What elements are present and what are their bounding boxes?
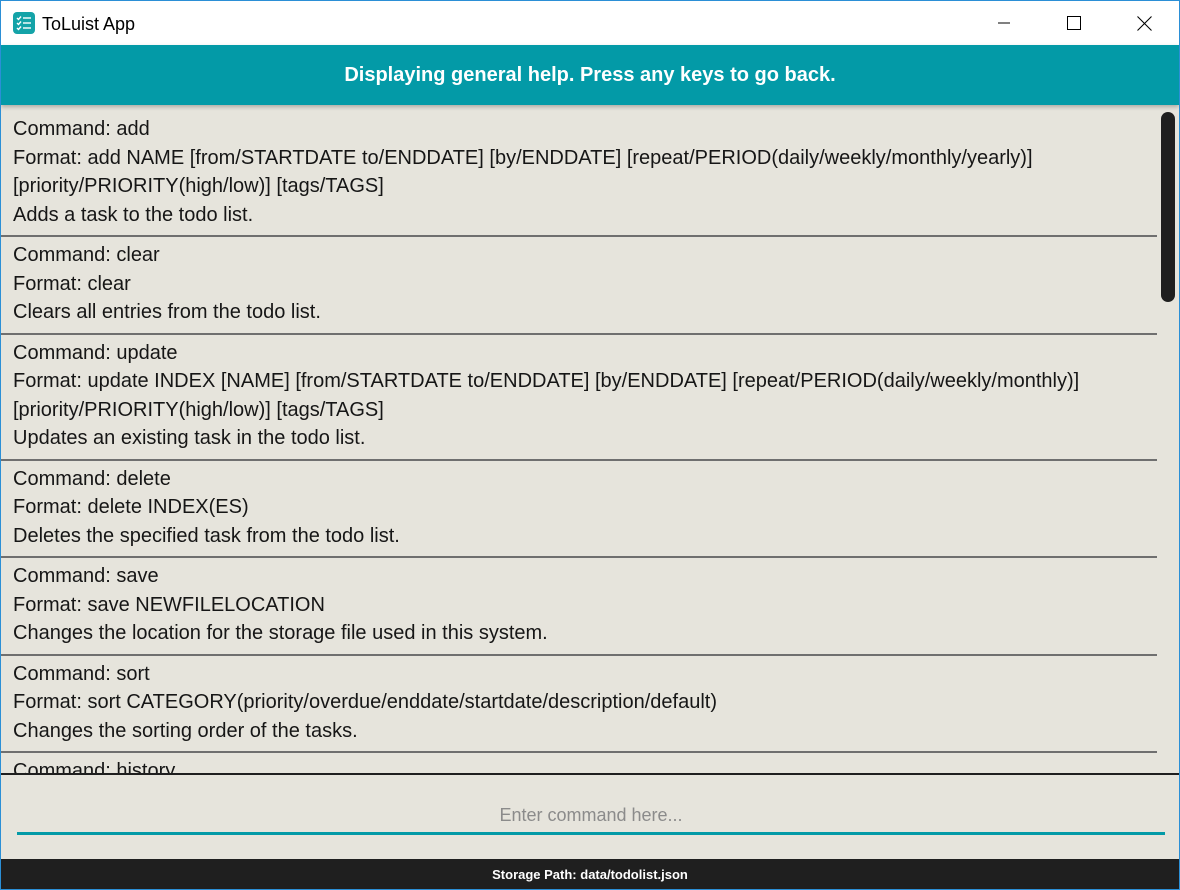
command-format: Format: update INDEX [NAME] [from/STARTD… [13,370,1080,421]
help-list[interactable]: Command: add Format: add NAME [from/START… [1,105,1179,773]
title-bar[interactable]: ToLuist App [1,1,1179,45]
command-description: Adds a task to the todo list. [13,203,254,226]
minimize-button[interactable] [969,1,1039,45]
storage-path-label: Storage Path: data/todolist.json [492,867,688,882]
command-name: Command: update [13,341,178,364]
command-description: Changes the location for the storage fil… [13,622,548,644]
command-box [1,775,1179,859]
command-name: Command: save [13,565,159,587]
command-format: Format: add NAME [from/STARTDATE to/ENDD… [13,146,1033,198]
command-name: Command: history [13,760,176,773]
list-item[interactable]: Command: update Format: update INDEX [NAM… [1,335,1157,461]
command-name: Command: delete [13,467,171,490]
command-format: Format: sort CATEGORY(priority/overdue/e… [13,691,718,713]
list-item[interactable]: Command: clear Format: clear Clears all en… [1,237,1157,335]
close-icon [1136,15,1152,31]
maximize-button[interactable] [1039,1,1109,45]
command-format: Format: clear [13,272,131,295]
command-name: Command: clear [13,244,160,266]
scrollbar-thumb[interactable] [1161,112,1175,302]
command-format: Format: save NEWFILELOCATION [13,593,325,616]
checklist-icon [13,12,35,34]
vertical-scrollbar[interactable] [1157,105,1179,773]
command-name: Command: sort [13,662,150,685]
command-format: Format: delete INDEX(ES) [13,496,249,518]
command-name: Command: add [13,118,150,140]
list-item[interactable]: Command: add Format: add NAME [from/START… [1,111,1157,237]
maximize-icon [1067,16,1081,30]
list-item[interactable]: Command: sort Format: sort CATEGORY(prior… [1,656,1157,753]
close-button[interactable] [1109,1,1179,45]
help-banner: Displaying general help. Press any keys … [1,45,1179,105]
app-window: ToLuist App Displaying general help. Pre… [0,0,1180,890]
command-list: Command: add Format: add NAME [from/START… [1,111,1157,773]
minimize-icon [998,17,1010,29]
status-bar: Storage Path: data/todolist.json [1,859,1179,889]
list-item[interactable]: Command: history [1,753,1157,773]
command-description: Deletes the specified task from the todo… [13,524,400,547]
list-item[interactable]: Command: save Format: save NEWFILELOCATIO… [1,558,1157,656]
window-title: ToLuist App [42,14,136,34]
command-description: Changes the sorting order of the tasks. [13,719,358,742]
command-description: Clears all entries from the todo list. [13,301,321,323]
command-description: Updates an existing task in the todo lis… [13,427,366,449]
command-input[interactable] [17,799,1165,835]
list-item[interactable]: Command: delete Format: delete INDEX(ES) D… [1,461,1157,558]
